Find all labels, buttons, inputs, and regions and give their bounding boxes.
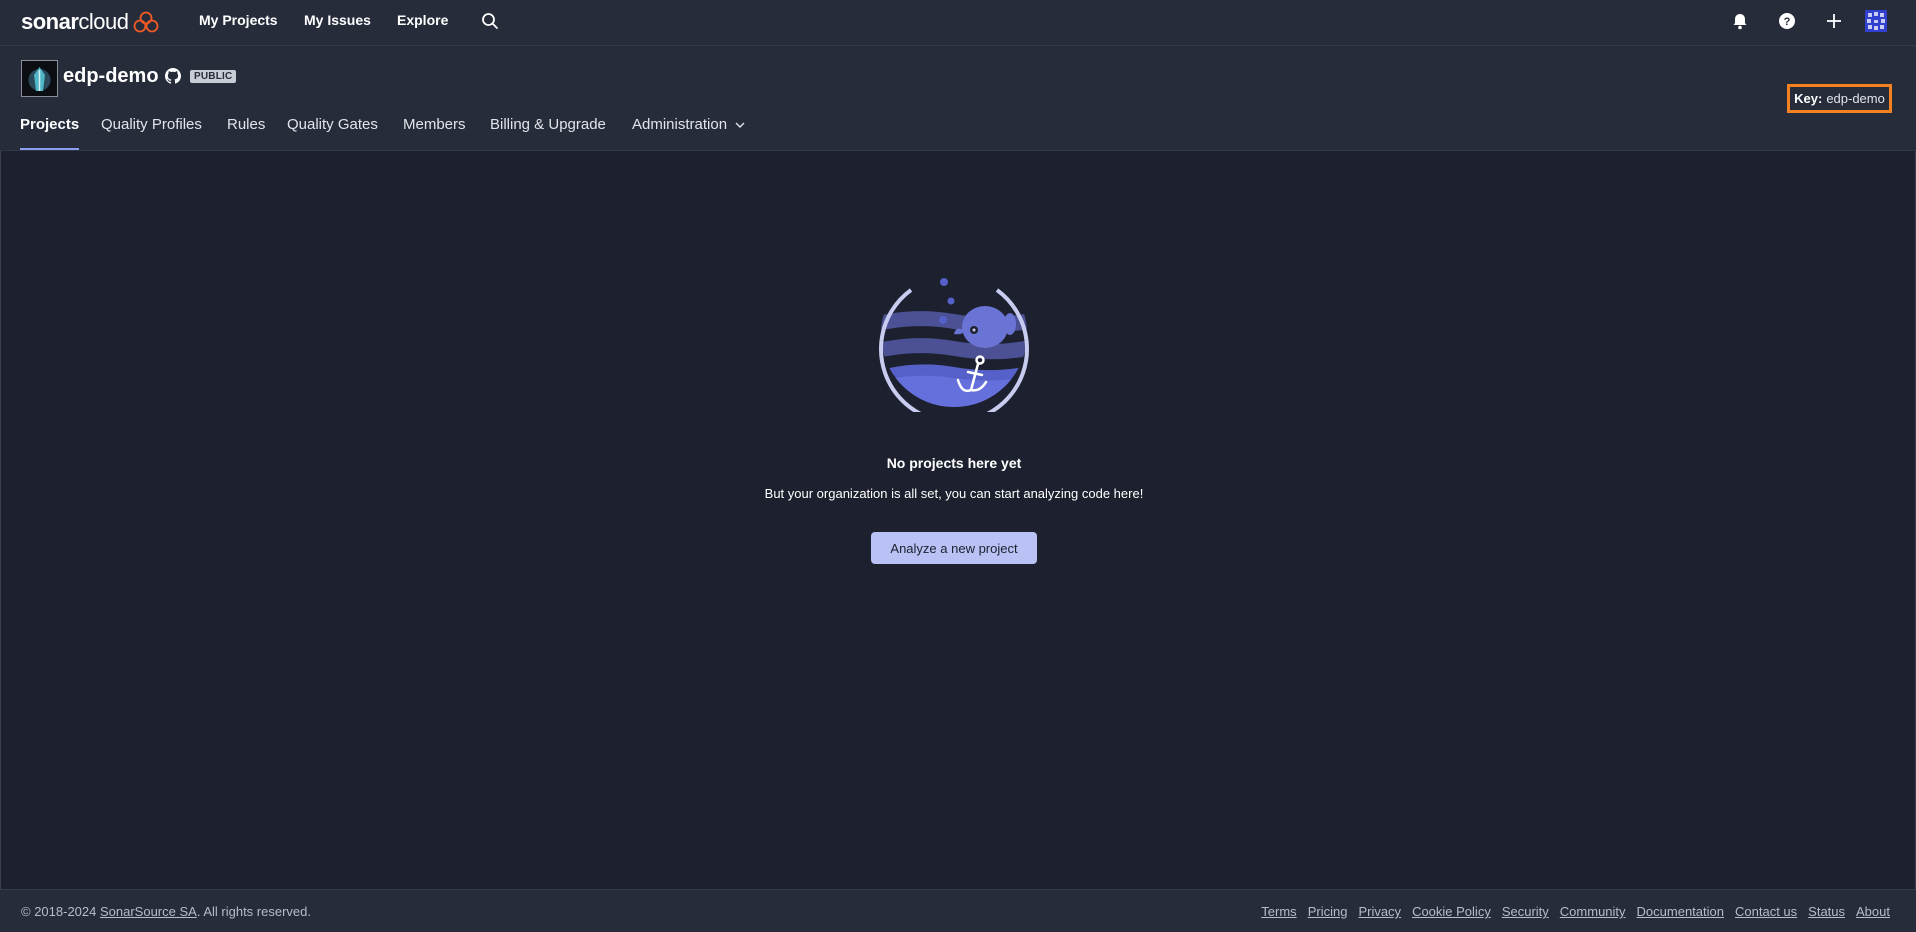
tab-billing-upgrade[interactable]: Billing & Upgrade [490,116,606,148]
tab-quality-profiles[interactable]: Quality Profiles [101,116,202,148]
tab-administration[interactable]: Administration [632,116,745,148]
chevron-down-icon [735,122,745,129]
plus-icon[interactable] [1825,12,1843,30]
logo-text-light: cloud [78,9,129,34]
sonarsource-link[interactable]: SonarSource SA [100,904,197,919]
copyright-suffix: . All rights reserved. [196,904,311,919]
logo-text-bold: sonar [21,9,79,34]
footer-link-pricing[interactable]: Pricing [1308,904,1348,919]
nav-my-issues[interactable]: My Issues [304,12,371,28]
help-icon[interactable]: ? [1778,12,1796,30]
footer-link-contact-us[interactable]: Contact us [1735,904,1797,919]
svg-text:?: ? [1784,16,1791,28]
organization-avatar [21,60,58,97]
analyze-new-project-button[interactable]: Analyze a new project [871,532,1037,564]
tab-projects[interactable]: Projects [20,116,80,150]
organization-name[interactable]: edp-demo [63,65,159,88]
cloud-logo-icon [133,11,158,33]
bell-icon[interactable] [1731,12,1749,30]
copyright-prefix: © 2018-2024 [21,904,100,919]
footer-link-terms[interactable]: Terms [1261,904,1296,919]
footer-link-security[interactable]: Security [1502,904,1549,919]
page-footer: © 2018-2024 SonarSource SA. All rights r… [0,889,1916,932]
github-icon[interactable] [165,68,181,84]
search-icon[interactable] [481,12,499,30]
copyright-text: © 2018-2024 SonarSource SA. All rights r… [21,904,311,919]
top-navbar: sonar cloud My Projects My Issues Explore… [0,0,1916,46]
empty-projects-illustration [879,272,1029,412]
tab-administration-label: Administration [632,116,728,133]
public-badge: PUBLIC [190,70,237,83]
footer-link-about[interactable]: About [1856,904,1890,919]
tab-members[interactable]: Members [403,116,466,148]
organization-header: edp-demo PUBLIC Key: edp-demo Projects Qu… [0,46,1916,151]
organization-key-value: edp-demo [1826,91,1885,106]
footer-links: Terms Pricing Privacy Cookie Policy Secu… [1261,904,1890,919]
footer-link-community[interactable]: Community [1560,904,1626,919]
organization-key: Key: edp-demo [1787,84,1892,113]
user-avatar[interactable] [1865,10,1887,32]
footer-link-documentation[interactable]: Documentation [1637,904,1724,919]
footer-link-cookie-policy[interactable]: Cookie Policy [1412,904,1491,919]
sonarcloud-logo[interactable]: sonar cloud [21,8,159,36]
tab-quality-gates[interactable]: Quality Gates [287,116,378,148]
footer-link-privacy[interactable]: Privacy [1358,904,1401,919]
empty-state-title: No projects here yet [886,455,1022,471]
tab-rules[interactable]: Rules [227,116,265,148]
footer-link-status[interactable]: Status [1808,904,1845,919]
nav-my-projects[interactable]: My Projects [199,12,278,28]
nav-explore[interactable]: Explore [397,12,448,28]
organization-key-label: Key: [1794,91,1823,106]
empty-state-description: But your organization is all set, you ca… [764,486,1144,501]
